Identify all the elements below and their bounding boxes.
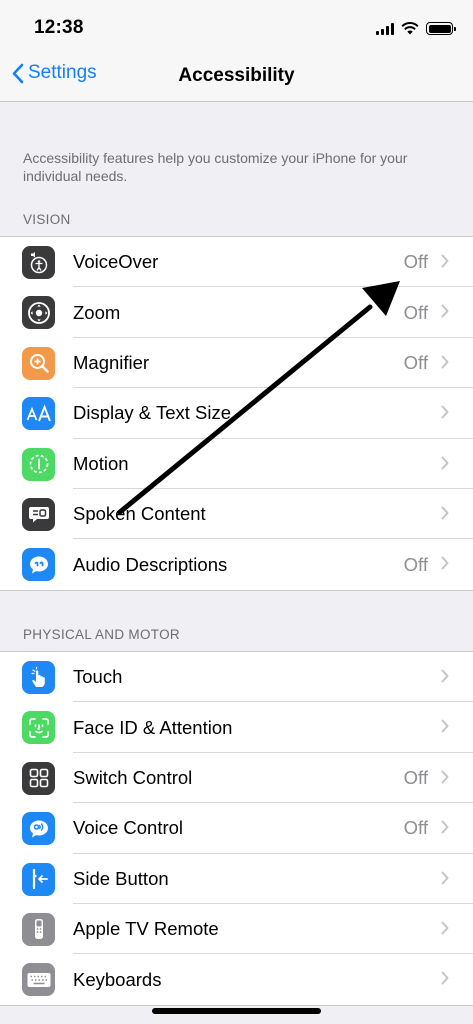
row-keyboards[interactable]: Keyboards: [0, 954, 473, 1004]
row-value: Off: [403, 817, 428, 839]
navigation-bar: Settings Accessibility: [0, 52, 473, 102]
chevron-right-icon: [441, 719, 449, 733]
chevron-right-icon: [441, 820, 449, 834]
status-icons: [376, 19, 456, 35]
row-value: Off: [403, 301, 428, 323]
keyboard-icon: [22, 963, 55, 997]
row-magnifier[interactable]: Magnifier Off: [0, 338, 473, 389]
row-label: Zoom: [73, 301, 121, 323]
row-label: Keyboards: [73, 968, 162, 990]
home-indicator[interactable]: [152, 1008, 321, 1014]
chevron-right-icon: [441, 669, 449, 683]
zoom-icon: [22, 296, 55, 330]
side-button-icon: [22, 862, 55, 896]
row-label: Switch Control: [73, 766, 193, 788]
text-size-icon: [22, 397, 55, 431]
audio-descriptions-icon: [22, 548, 55, 582]
row-label: Audio Descriptions: [73, 553, 228, 575]
chevron-right-icon: [441, 304, 449, 318]
switch-control-icon: [22, 761, 55, 795]
row-value: Off: [403, 351, 428, 373]
chevron-right-icon: [441, 506, 449, 520]
page-title: Accessibility: [178, 65, 295, 86]
status-bar: 12:38: [0, 0, 473, 52]
chevron-right-icon: [441, 770, 449, 784]
row-voice-control[interactable]: Voice Control Off: [0, 803, 473, 854]
row-motion[interactable]: Motion: [0, 439, 473, 489]
row-label: Touch: [73, 666, 123, 688]
wifi-icon: [401, 22, 419, 35]
row-label: Spoken Content: [73, 503, 206, 525]
row-apple-tv-remote[interactable]: Apple TV Remote: [0, 904, 473, 955]
row-label: Side Button: [73, 867, 169, 889]
chevron-right-icon: [441, 405, 449, 419]
row-touch[interactable]: Touch: [0, 652, 473, 703]
touch-icon: [22, 661, 55, 694]
row-face-id-attention[interactable]: Face ID & Attention: [0, 702, 473, 753]
row-zoom[interactable]: Zoom Off: [0, 287, 473, 338]
row-audio-descriptions[interactable]: Audio Descriptions Off: [0, 539, 473, 589]
row-label: VoiceOver: [73, 251, 159, 273]
chevron-right-icon: [441, 971, 449, 985]
battery-icon: [426, 22, 456, 35]
status-time: 12:38: [34, 17, 84, 38]
row-value: Off: [403, 766, 428, 788]
row-label: Display & Text Size: [73, 402, 231, 424]
chevron-right-icon: [441, 355, 449, 369]
row-label: Voice Control: [73, 817, 184, 839]
row-value: Off: [403, 553, 428, 575]
face-id-icon: [22, 711, 55, 745]
section-header-vision: VISION: [23, 212, 71, 227]
section-header-physical-motor: PHYSICAL AND MOTOR: [23, 627, 180, 642]
apple-tv-remote-icon: [22, 912, 55, 946]
magnifier-icon: [22, 346, 55, 380]
row-display-text-size[interactable]: Display & Text Size: [0, 388, 473, 439]
row-value: Off: [403, 251, 428, 273]
motion-icon: [22, 447, 55, 481]
row-voiceover[interactable]: VoiceOver Off: [0, 237, 473, 288]
physical-motor-group: Touch Face ID & Attention Switch Control…: [0, 651, 473, 1006]
row-switch-control[interactable]: Switch Control Off: [0, 753, 473, 804]
voiceover-icon: [22, 246, 55, 279]
row-label: Face ID & Attention: [73, 716, 233, 738]
spoken-content-icon: [22, 497, 55, 531]
row-label: Magnifier: [73, 351, 150, 373]
row-label: Motion: [73, 452, 129, 474]
row-spoken-content[interactable]: Spoken Content: [0, 489, 473, 540]
row-side-button[interactable]: Side Button: [0, 854, 473, 904]
chevron-right-icon: [441, 871, 449, 885]
chevron-right-icon: [441, 556, 449, 570]
cellular-signal-icon: [376, 22, 394, 35]
chevron-right-icon: [441, 456, 449, 470]
voice-control-icon: [22, 812, 55, 846]
vision-group: VoiceOver Off Zoom Off Magnifier Off Dis…: [0, 236, 473, 591]
row-label: Apple TV Remote: [73, 918, 219, 940]
chevron-right-icon: [441, 254, 449, 268]
description-text: Accessibility features help you customiz…: [23, 150, 408, 184]
chevron-right-icon: [441, 921, 449, 935]
